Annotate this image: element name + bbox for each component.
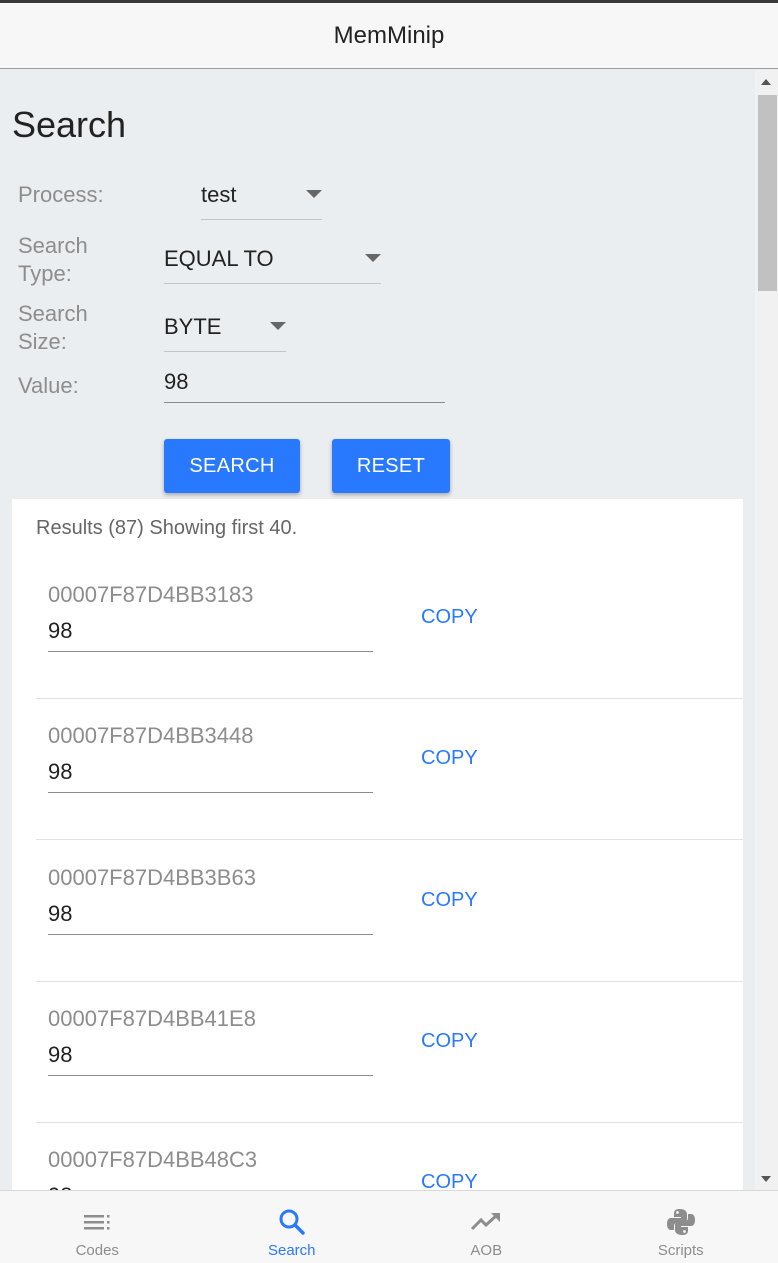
copy-button[interactable]: COPY (421, 747, 478, 770)
process-select-value: test (201, 182, 237, 207)
search-button[interactable]: SEARCH (164, 439, 300, 493)
process-select[interactable]: test (201, 170, 322, 220)
copy-button[interactable]: COPY (421, 1171, 478, 1190)
result-value-input[interactable]: 98 (48, 1034, 373, 1076)
python-icon (666, 1209, 695, 1235)
result-row: 00007F87D4BB48C3 98 COPY (36, 1123, 743, 1190)
result-value-text: 98 (48, 1183, 72, 1190)
nav-label: AOB (470, 1242, 503, 1259)
search-size-label: Search Size: (18, 300, 88, 356)
scrollbar[interactable] (755, 70, 778, 1190)
result-value-text: 98 (48, 1042, 73, 1067)
process-label: Process: (18, 182, 104, 207)
app-title: MemMinip (333, 21, 445, 49)
result-address: 00007F87D4BB3183 (48, 582, 254, 607)
nav-item-codes[interactable]: Codes (0, 1191, 195, 1263)
scroll-down-arrow-icon[interactable] (761, 1176, 771, 1182)
search-type-select[interactable]: EQUAL TO (164, 234, 381, 284)
search-icon (279, 1209, 305, 1235)
value-input-text: 98 (164, 369, 189, 394)
dropdown-arrow-icon (270, 322, 286, 330)
results-panel: Results (87) Showing first 40. 00007F87D… (12, 499, 743, 1190)
nav-label: Codes (75, 1242, 119, 1259)
search-size-select[interactable]: BYTE (164, 302, 286, 352)
copy-button[interactable]: COPY (421, 889, 478, 912)
result-row: 00007F87D4BB3448 98 COPY (36, 699, 743, 840)
list-icon (84, 1215, 110, 1230)
page-title: Search (12, 104, 127, 145)
result-value-text: 98 (48, 759, 73, 784)
dropdown-arrow-icon (306, 190, 322, 198)
result-value-text: 98 (48, 901, 73, 926)
copy-button[interactable]: COPY (421, 1030, 478, 1053)
search-size-label-line1: Search (18, 301, 88, 326)
result-value-text: 98 (48, 618, 73, 643)
results-header: Results (87) Showing first 40. (36, 517, 298, 539)
nav-label: Search (267, 1242, 316, 1259)
dropdown-arrow-icon (365, 254, 381, 262)
value-input[interactable]: 98 (164, 365, 445, 403)
scrollbar-thumb[interactable] (758, 95, 777, 291)
trending-up-icon (471, 1213, 501, 1231)
search-type-select-value: EQUAL TO (164, 246, 274, 271)
search-type-label-line1: Search (18, 233, 88, 258)
nav-item-aob[interactable]: AOB (389, 1191, 584, 1263)
result-value-input[interactable]: 98 (48, 893, 373, 935)
result-address: 00007F87D4BB48C3 (48, 1147, 258, 1172)
scroll-up-arrow-icon[interactable] (761, 79, 771, 85)
copy-button[interactable]: COPY (421, 606, 478, 629)
reset-button[interactable]: RESET (332, 439, 450, 493)
search-size-select-value: BYTE (164, 314, 222, 339)
value-label: Value: (18, 373, 79, 398)
search-type-label: Search Type: (18, 232, 88, 288)
result-row: 00007F87D4BB3183 98 COPY (36, 558, 743, 699)
result-value-input[interactable]: 98 (48, 610, 373, 652)
nav-label: Scripts (657, 1242, 704, 1259)
result-address: 00007F87D4BB3448 (48, 723, 254, 748)
result-value-input[interactable]: 98 (48, 751, 373, 793)
result-address: 00007F87D4BB41E8 (48, 1006, 256, 1031)
bottom-navigation: Codes Search AOB Scripts (0, 1190, 778, 1263)
result-row: 00007F87D4BB41E8 98 COPY (36, 982, 743, 1123)
nav-item-scripts[interactable]: Scripts (584, 1191, 778, 1263)
result-value-input[interactable]: 98 (48, 1175, 373, 1190)
nav-item-search[interactable]: Search (195, 1191, 390, 1263)
result-row: 00007F87D4BB3B63 98 COPY (36, 841, 743, 982)
result-address: 00007F87D4BB3B63 (48, 865, 256, 890)
main-content: Search Process: test Search Type: EQUAL … (0, 70, 755, 1190)
search-type-label-line2: Type: (18, 261, 72, 286)
app-bar: MemMinip (0, 3, 778, 69)
search-size-label-line2: Size: (18, 329, 67, 354)
